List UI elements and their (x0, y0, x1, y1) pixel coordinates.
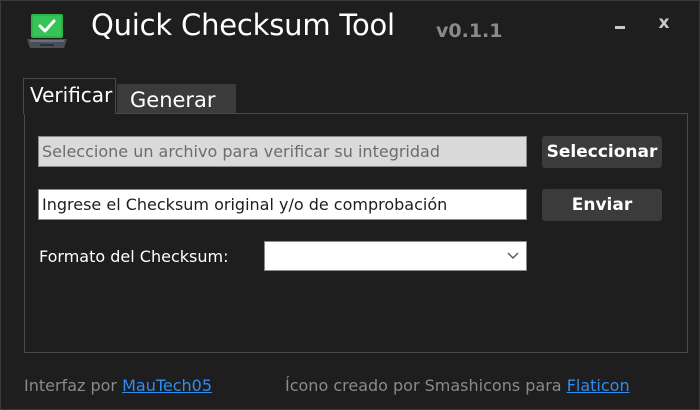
close-button[interactable]: x (651, 10, 677, 36)
interface-credit-text: Interfaz por (24, 376, 123, 395)
interface-credit: Interfaz por MauTech05 (24, 376, 212, 395)
minimize-icon (615, 26, 625, 29)
minimize-button[interactable] (607, 10, 633, 36)
laptop-check-icon (27, 14, 67, 48)
close-icon: x (658, 13, 670, 33)
tab-verificar[interactable]: Verificar (23, 78, 116, 114)
send-button[interactable]: Enviar (542, 189, 662, 221)
icon-credit: Ícono creado por Smashicons para Flatico… (285, 376, 630, 395)
chevron-down-icon (507, 252, 519, 259)
tab-generar[interactable]: Generar (117, 84, 236, 114)
file-path-field[interactable]: Seleccione un archivo para verificar su … (38, 136, 527, 167)
format-label: Formato del Checksum: (39, 247, 229, 266)
flaticon-link[interactable]: Flaticon (567, 376, 630, 395)
checksum-format-select[interactable] (264, 241, 527, 271)
app-title: Quick Checksum Tool (91, 8, 395, 42)
icon-credit-text: Ícono creado por Smashicons para (285, 376, 567, 395)
mautech05-link[interactable]: MauTech05 (122, 376, 212, 395)
checksum-input[interactable]: Ingrese el Checksum original y/o de comp… (38, 189, 527, 220)
version-label: v0.1.1 (436, 20, 503, 42)
select-file-button[interactable]: Seleccionar (542, 136, 662, 168)
